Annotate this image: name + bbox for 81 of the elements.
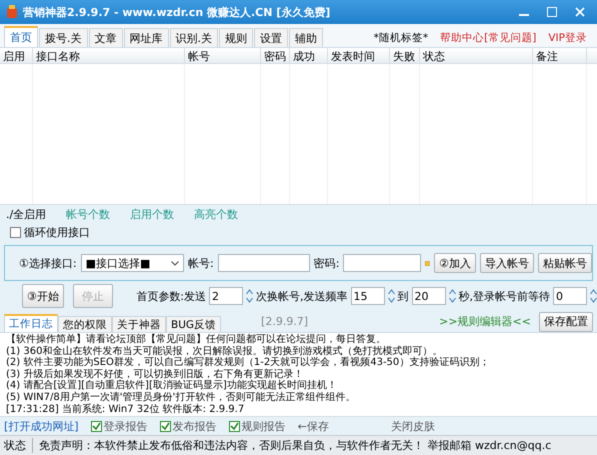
- top-link[interactable]: *随机标签*: [374, 30, 428, 44]
- account-field[interactable]: [218, 254, 310, 272]
- chevron-down-icon: [171, 260, 180, 266]
- top-link[interactable]: VIP登录: [548, 30, 587, 44]
- check-icon: [160, 422, 170, 430]
- stat-label: 高亮个数: [194, 206, 238, 222]
- check-icon: [92, 422, 101, 430]
- close-skin-link[interactable]: 关闭皮肤: [390, 418, 435, 434]
- number-field[interactable]: 15: [350, 287, 384, 305]
- status-text: 免责声明：本软件禁止发布低俗和违法内容，否则后果自负，与软件作者无关！ 举报邮箱 wzdr.cn@qq.c: [39, 438, 552, 453]
- checkbox[interactable]: [90, 420, 102, 432]
- number-field[interactable]: 20: [412, 287, 446, 305]
- number-field[interactable]: 0: [553, 287, 587, 305]
- checkbox[interactable]: [160, 420, 171, 432]
- save-config-button[interactable]: 保存配置: [539, 312, 593, 332]
- number-field[interactable]: 2: [209, 287, 243, 305]
- tab[interactable]: 关于神器: [112, 316, 166, 332]
- panel-button[interactable]: 粘贴帐号: [538, 253, 592, 273]
- param-label: 首页参数:发送: [136, 288, 206, 304]
- stat-label: 帐号个数: [66, 206, 110, 222]
- log-line: (2) 软件主要功能为SEO群发，可以自己编写群发规则（1-2天就可以学会，看视频43-50）支持验证码识别；: [6, 357, 490, 368]
- param-label: 到: [398, 288, 408, 304]
- log-line: (3) 升级后如果发现不好使，可以切换到旧版，右下角有更新记录！: [6, 368, 304, 380]
- top-link[interactable]: 帮助中心[常见问题]: [440, 30, 536, 44]
- column-header: 发表时间: [328, 48, 390, 63]
- checkbox[interactable]: [10, 226, 21, 238]
- tab[interactable]: 网址库: [124, 28, 168, 47]
- log-line: [17:31:28] 当前系统: Win7 32位 软件版本: 2.9.9.7: [6, 404, 246, 416]
- spinner-icon: [388, 289, 394, 303]
- interface-dropdown[interactable]: ■接口选择■: [80, 254, 184, 272]
- checkbox-label: 规则报告: [242, 418, 286, 434]
- tab[interactable]: 工作日志: [4, 314, 58, 332]
- column-header: 失败: [390, 48, 420, 63]
- tab[interactable]: 拨号.关: [39, 28, 88, 47]
- checkbox-label: 登录报告: [104, 418, 148, 434]
- version-label: [2.9.9.7]: [261, 315, 308, 328]
- checkbox-label: 发布报告: [172, 418, 217, 434]
- tab[interactable]: 首页: [4, 26, 38, 47]
- column-header: 状态: [420, 48, 533, 63]
- enable-all-link[interactable]: ./全启用: [6, 206, 46, 222]
- status-label: 状态: [4, 438, 33, 453]
- column-header: 帐号: [185, 48, 261, 63]
- app-icon: [6, 5, 18, 19]
- checkbox[interactable]: [228, 420, 240, 432]
- column-header: 密码: [261, 48, 290, 63]
- stat-label: 启用个数: [130, 206, 174, 222]
- close-icon[interactable]: [575, 7, 585, 17]
- rule-editor-link[interactable]: >>规则编辑器<<: [439, 314, 531, 329]
- log-line: 【软件操作简单】请看论坛顶部【常见问题】任何问题都可以在论坛提问，每日答复。: [6, 334, 387, 346]
- panel-button[interactable]: ②加入: [434, 253, 476, 273]
- tab[interactable]: 辅助: [289, 28, 323, 47]
- log-line: (4) 请配合[设置][自动重启软件][取消验证码显示]功能实现超长时间挂机！: [6, 380, 338, 392]
- tab[interactable]: 识别.关: [170, 28, 218, 47]
- param-label: 次换帐号,发送频率: [256, 288, 348, 304]
- field-label: ①选择接口:: [19, 256, 77, 270]
- save-link[interactable]: ←保存: [298, 418, 329, 434]
- open-url-link[interactable]: [打开成功网址]: [4, 418, 79, 434]
- column-header: 接口名称: [33, 48, 185, 63]
- tab[interactable]: 设置: [254, 28, 288, 47]
- tab[interactable]: 您的权限: [58, 316, 112, 332]
- tab[interactable]: 文章: [88, 28, 122, 47]
- param-label: 秒,登录帐号前等待: [458, 288, 550, 304]
- tab[interactable]: BUG反馈: [166, 316, 222, 332]
- window-title: 营销神器2.9.9.7 - www.wzdr.cn 微赚达人.CN [永久免费]: [23, 4, 332, 20]
- field-label: 帐号:: [188, 256, 214, 270]
- log-line: (1) 360和金山在软件发布当天可能误报，次日解除误报。请切换到游戏模式（免打扰模式即可）。: [6, 346, 444, 357]
- log-line: (5) WIN7/8用户第一次请'管理员身份'打开软件，否则可能无法正常组件组件。: [6, 392, 356, 404]
- column-header: 启用: [0, 48, 33, 63]
- check-icon: [230, 422, 239, 430]
- column-header: 备注: [533, 48, 587, 63]
- column-header: 成功: [290, 48, 328, 63]
- spinner-icon: [590, 289, 597, 303]
- tab[interactable]: 规则: [219, 28, 253, 47]
- spinner-icon: [448, 289, 456, 303]
- checkbox-label: 循环使用接口: [24, 224, 90, 240]
- maximize-icon[interactable]: [547, 7, 557, 17]
- panel-button[interactable]: 导入帐号: [480, 253, 534, 273]
- password-field[interactable]: [343, 254, 422, 272]
- spinner-icon: [246, 289, 253, 303]
- field-label: 密码:: [314, 256, 340, 270]
- start-button[interactable]: ③开始: [22, 284, 64, 308]
